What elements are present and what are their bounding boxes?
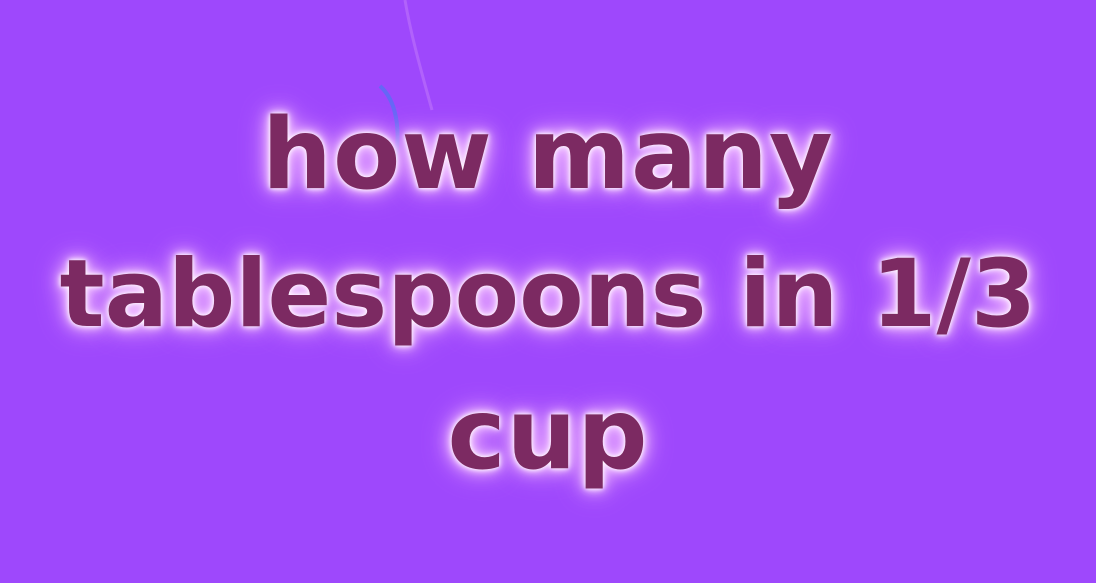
headline-line-1: how many xyxy=(262,98,834,212)
image-canvas: how many tablespoons in 1/3 cup xyxy=(0,0,1096,583)
headline-line-3: cup xyxy=(447,378,649,492)
headline-line-2: tablespoons in 1/3 xyxy=(59,240,1037,349)
